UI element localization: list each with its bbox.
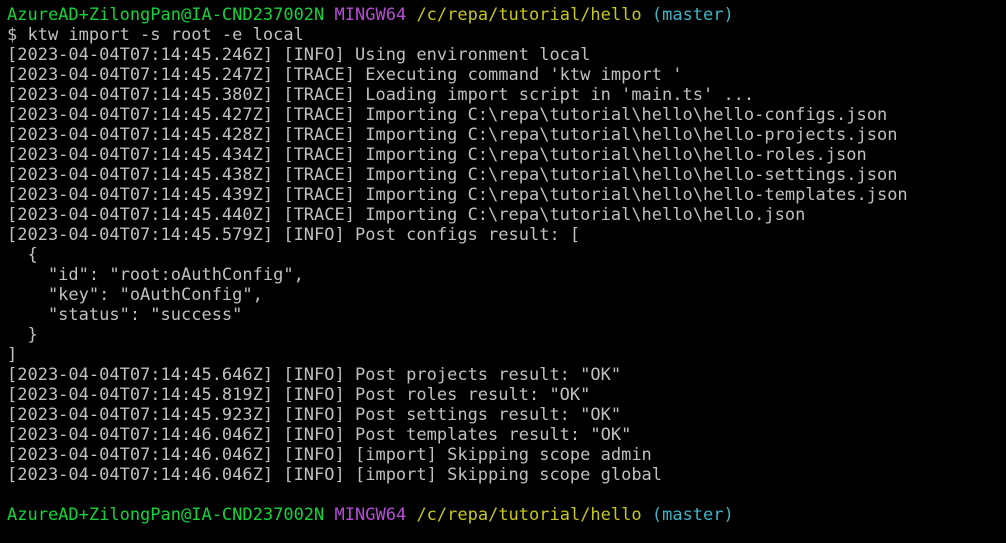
output-line: [2023-04-04T07:14:46.046Z] [INFO] [impor…	[7, 465, 663, 485]
terminal-window[interactable]: AzureAD+ZilongPan@IA-CND237002N MINGW64 …	[0, 0, 1006, 543]
command-output: [2023-04-04T07:14:45.246Z] [INFO] Using …	[7, 45, 1006, 485]
output-line: [2023-04-04T07:14:45.434Z] [TRACE] Impor…	[7, 145, 867, 165]
output-line: "key": "oAuthConfig",	[7, 285, 263, 305]
output-line: [2023-04-04T07:14:45.427Z] [TRACE] Impor…	[7, 105, 888, 125]
prompt-path: /c/repa/tutorial/hello	[416, 505, 642, 525]
output-line: [2023-04-04T07:14:45.247Z] [TRACE] Execu…	[7, 65, 683, 85]
prompt-env: MINGW64	[334, 505, 407, 525]
prompt-user-host: AzureAD+ZilongPan@IA-CND237002N	[7, 505, 325, 525]
prompt-user-host: AzureAD+ZilongPan@IA-CND237002N	[7, 5, 325, 25]
prompt-line: AzureAD+ZilongPan@IA-CND237002N MINGW64 …	[7, 5, 1006, 25]
output-line: [2023-04-04T07:14:46.046Z] [INFO] Post t…	[7, 425, 632, 445]
output-line: [2023-04-04T07:14:45.246Z] [INFO] Using …	[7, 45, 591, 65]
prompt-path: /c/repa/tutorial/hello	[416, 5, 642, 25]
output-line: [2023-04-04T07:14:46.046Z] [INFO] [impor…	[7, 445, 652, 465]
output-line: [2023-04-04T07:14:45.819Z] [INFO] Post r…	[7, 385, 591, 405]
output-line: "id": "root:oAuthConfig",	[7, 265, 304, 285]
command-line: $ ktw import -s root -e local	[7, 25, 304, 45]
output-line: "status": "success"	[7, 305, 243, 325]
output-line: {	[7, 245, 38, 265]
prompt-branch: (master)	[651, 505, 734, 525]
cursor-line[interactable]	[7, 525, 1006, 543]
text-cursor	[7, 525, 17, 543]
output-line: [2023-04-04T07:14:45.428Z] [TRACE] Impor…	[7, 125, 898, 145]
prompt-env: MINGW64	[334, 5, 407, 25]
output-line: }	[7, 325, 38, 345]
output-line: [2023-04-04T07:14:45.380Z] [TRACE] Loadi…	[7, 85, 755, 105]
output-line: [2023-04-04T07:14:45.438Z] [TRACE] Impor…	[7, 165, 898, 185]
prompt-branch: (master)	[651, 5, 734, 25]
final-prompt-line: AzureAD+ZilongPan@IA-CND237002N MINGW64 …	[7, 505, 1006, 525]
output-line: [2023-04-04T07:14:45.579Z] [INFO] Post c…	[7, 225, 581, 245]
output-line: [2023-04-04T07:14:45.440Z] [TRACE] Impor…	[7, 205, 806, 225]
output-line: [2023-04-04T07:14:45.646Z] [INFO] Post p…	[7, 365, 622, 385]
output-line: [2023-04-04T07:14:45.439Z] [TRACE] Impor…	[7, 185, 908, 205]
output-line: [2023-04-04T07:14:45.923Z] [INFO] Post s…	[7, 405, 622, 425]
output-line: ]	[7, 345, 18, 365]
